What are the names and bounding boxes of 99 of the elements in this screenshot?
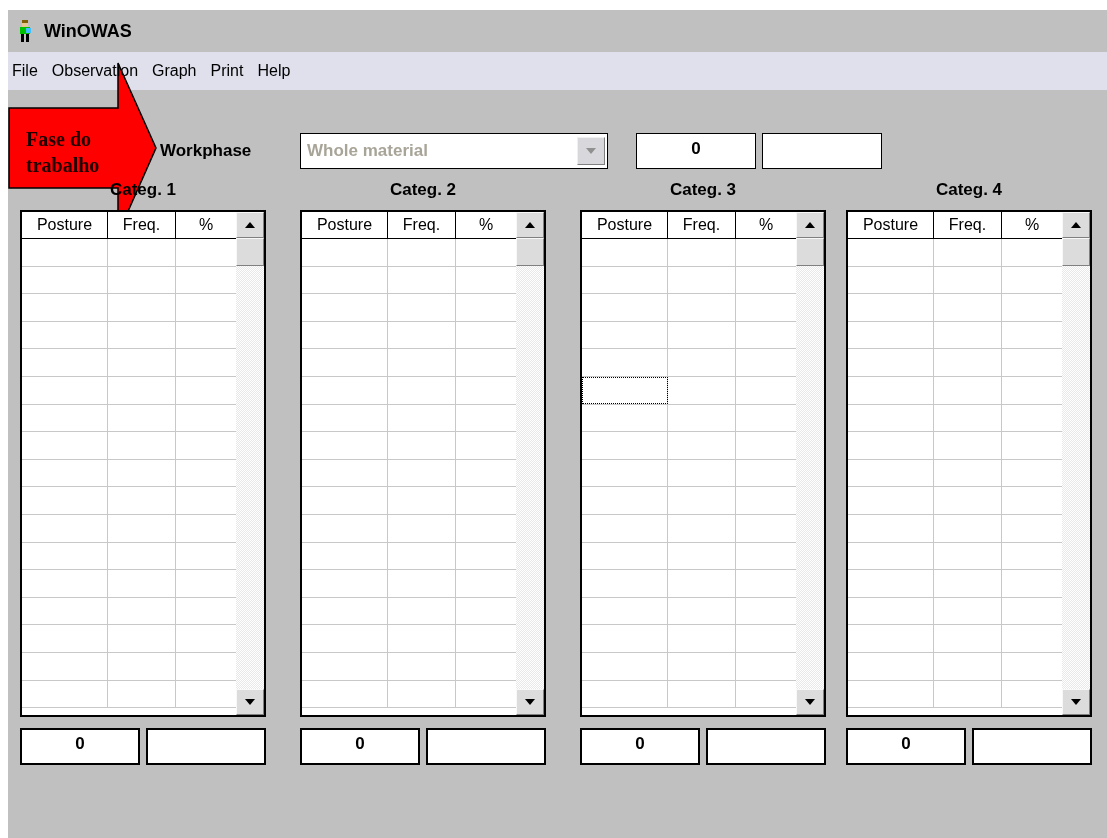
table-row[interactable] xyxy=(582,652,796,681)
table-row[interactable] xyxy=(848,652,1062,681)
table-row[interactable] xyxy=(302,432,516,460)
person-icon xyxy=(18,20,32,42)
table-row[interactable] xyxy=(302,321,516,350)
scroll-thumb[interactable] xyxy=(516,238,544,266)
table-row[interactable] xyxy=(582,432,796,460)
table-row[interactable] xyxy=(302,349,516,377)
total-field: 0 xyxy=(846,728,966,765)
scroll-down-button[interactable] xyxy=(516,689,544,715)
table-row[interactable] xyxy=(302,459,516,488)
scrollbar[interactable] xyxy=(516,212,544,715)
table-row[interactable] xyxy=(22,542,236,571)
scrollbar[interactable] xyxy=(1062,212,1090,715)
table-row[interactable] xyxy=(582,542,796,571)
table-row[interactable] xyxy=(848,459,1062,488)
count-field: 0 xyxy=(636,133,756,169)
table-row[interactable] xyxy=(848,514,1062,543)
table-row[interactable] xyxy=(848,570,1062,598)
table-row[interactable] xyxy=(302,376,516,405)
menu-item[interactable]: File xyxy=(12,59,38,83)
table-row[interactable] xyxy=(22,625,236,653)
field-label: Workphase xyxy=(160,140,253,163)
table-row[interactable] xyxy=(22,597,236,626)
scroll-down-button[interactable] xyxy=(1062,689,1090,715)
table-row[interactable] xyxy=(302,487,516,515)
table-row[interactable] xyxy=(582,294,796,322)
table-row[interactable] xyxy=(848,487,1062,515)
table-row[interactable] xyxy=(582,487,796,515)
table-row[interactable] xyxy=(582,570,796,598)
scroll-down-button[interactable] xyxy=(236,689,264,715)
table-row[interactable] xyxy=(848,349,1062,377)
table-row[interactable] xyxy=(22,432,236,460)
menu-item[interactable]: Graph xyxy=(152,59,197,83)
table-row[interactable] xyxy=(22,459,236,488)
scroll-up-button[interactable] xyxy=(796,212,824,238)
table-row[interactable] xyxy=(22,514,236,543)
table-row[interactable] xyxy=(22,404,236,433)
table-row[interactable] xyxy=(302,542,516,571)
scroll-up-button[interactable] xyxy=(516,212,544,238)
table-row[interactable] xyxy=(848,597,1062,626)
table-row[interactable] xyxy=(848,542,1062,571)
table-row[interactable] xyxy=(848,321,1062,350)
up-arrow-icon xyxy=(1071,222,1081,228)
table-row[interactable] xyxy=(302,294,516,322)
category-title: Categ. 3 xyxy=(669,179,737,201)
table-row[interactable] xyxy=(302,514,516,543)
table-row[interactable] xyxy=(22,487,236,515)
menu-item[interactable]: Print xyxy=(210,59,244,83)
scroll-up-button[interactable] xyxy=(236,212,264,238)
table-row[interactable] xyxy=(22,652,236,681)
table-row[interactable] xyxy=(582,597,796,626)
down-arrow-icon xyxy=(1071,699,1081,705)
table-row[interactable] xyxy=(302,625,516,653)
focused-cell[interactable] xyxy=(582,376,668,404)
up-arrow-icon xyxy=(805,222,815,228)
scrollbar[interactable] xyxy=(236,212,264,715)
scroll-down-button[interactable] xyxy=(796,689,824,715)
table-row[interactable] xyxy=(848,266,1062,295)
table-row[interactable] xyxy=(22,266,236,295)
table-row[interactable] xyxy=(848,376,1062,405)
up-arrow-icon xyxy=(245,222,255,228)
total-field: 0 xyxy=(580,728,700,765)
scroll-thumb[interactable] xyxy=(796,238,824,266)
down-arrow-icon xyxy=(805,699,815,705)
table-row[interactable] xyxy=(22,321,236,350)
scroll-up-button[interactable] xyxy=(1062,212,1090,238)
table-row[interactable] xyxy=(302,266,516,295)
table-row[interactable] xyxy=(582,321,796,350)
caret-icon xyxy=(586,148,596,154)
table-row[interactable] xyxy=(22,349,236,377)
table-row[interactable] xyxy=(302,404,516,433)
scrollbar[interactable] xyxy=(796,212,824,715)
table-row[interactable] xyxy=(848,432,1062,460)
table-row[interactable] xyxy=(848,625,1062,653)
table-row[interactable] xyxy=(582,514,796,543)
table-row[interactable] xyxy=(22,376,236,405)
window-title: WinOWAS xyxy=(44,19,132,43)
table-row[interactable] xyxy=(22,570,236,598)
up-arrow-icon xyxy=(525,222,535,228)
down-arrow-icon xyxy=(525,699,535,705)
scroll-thumb[interactable] xyxy=(1062,238,1090,266)
callout-text: Fase do trabalho xyxy=(26,127,101,178)
menu-item[interactable]: Help xyxy=(257,59,291,83)
scroll-thumb[interactable] xyxy=(236,238,264,266)
total-field: 0 xyxy=(300,728,420,765)
category-title: Categ. 2 xyxy=(389,179,457,201)
table-row[interactable] xyxy=(302,597,516,626)
table-row[interactable] xyxy=(22,294,236,322)
table-row[interactable] xyxy=(582,266,796,295)
category-title: Categ. 4 xyxy=(935,179,1003,201)
table-row[interactable] xyxy=(582,459,796,488)
table-row[interactable] xyxy=(302,652,516,681)
table-row[interactable] xyxy=(302,570,516,598)
down-arrow-icon xyxy=(245,699,255,705)
total-field: 0 xyxy=(20,728,140,765)
table-row[interactable] xyxy=(848,294,1062,322)
table-row[interactable] xyxy=(582,625,796,653)
table-row[interactable] xyxy=(848,404,1062,433)
